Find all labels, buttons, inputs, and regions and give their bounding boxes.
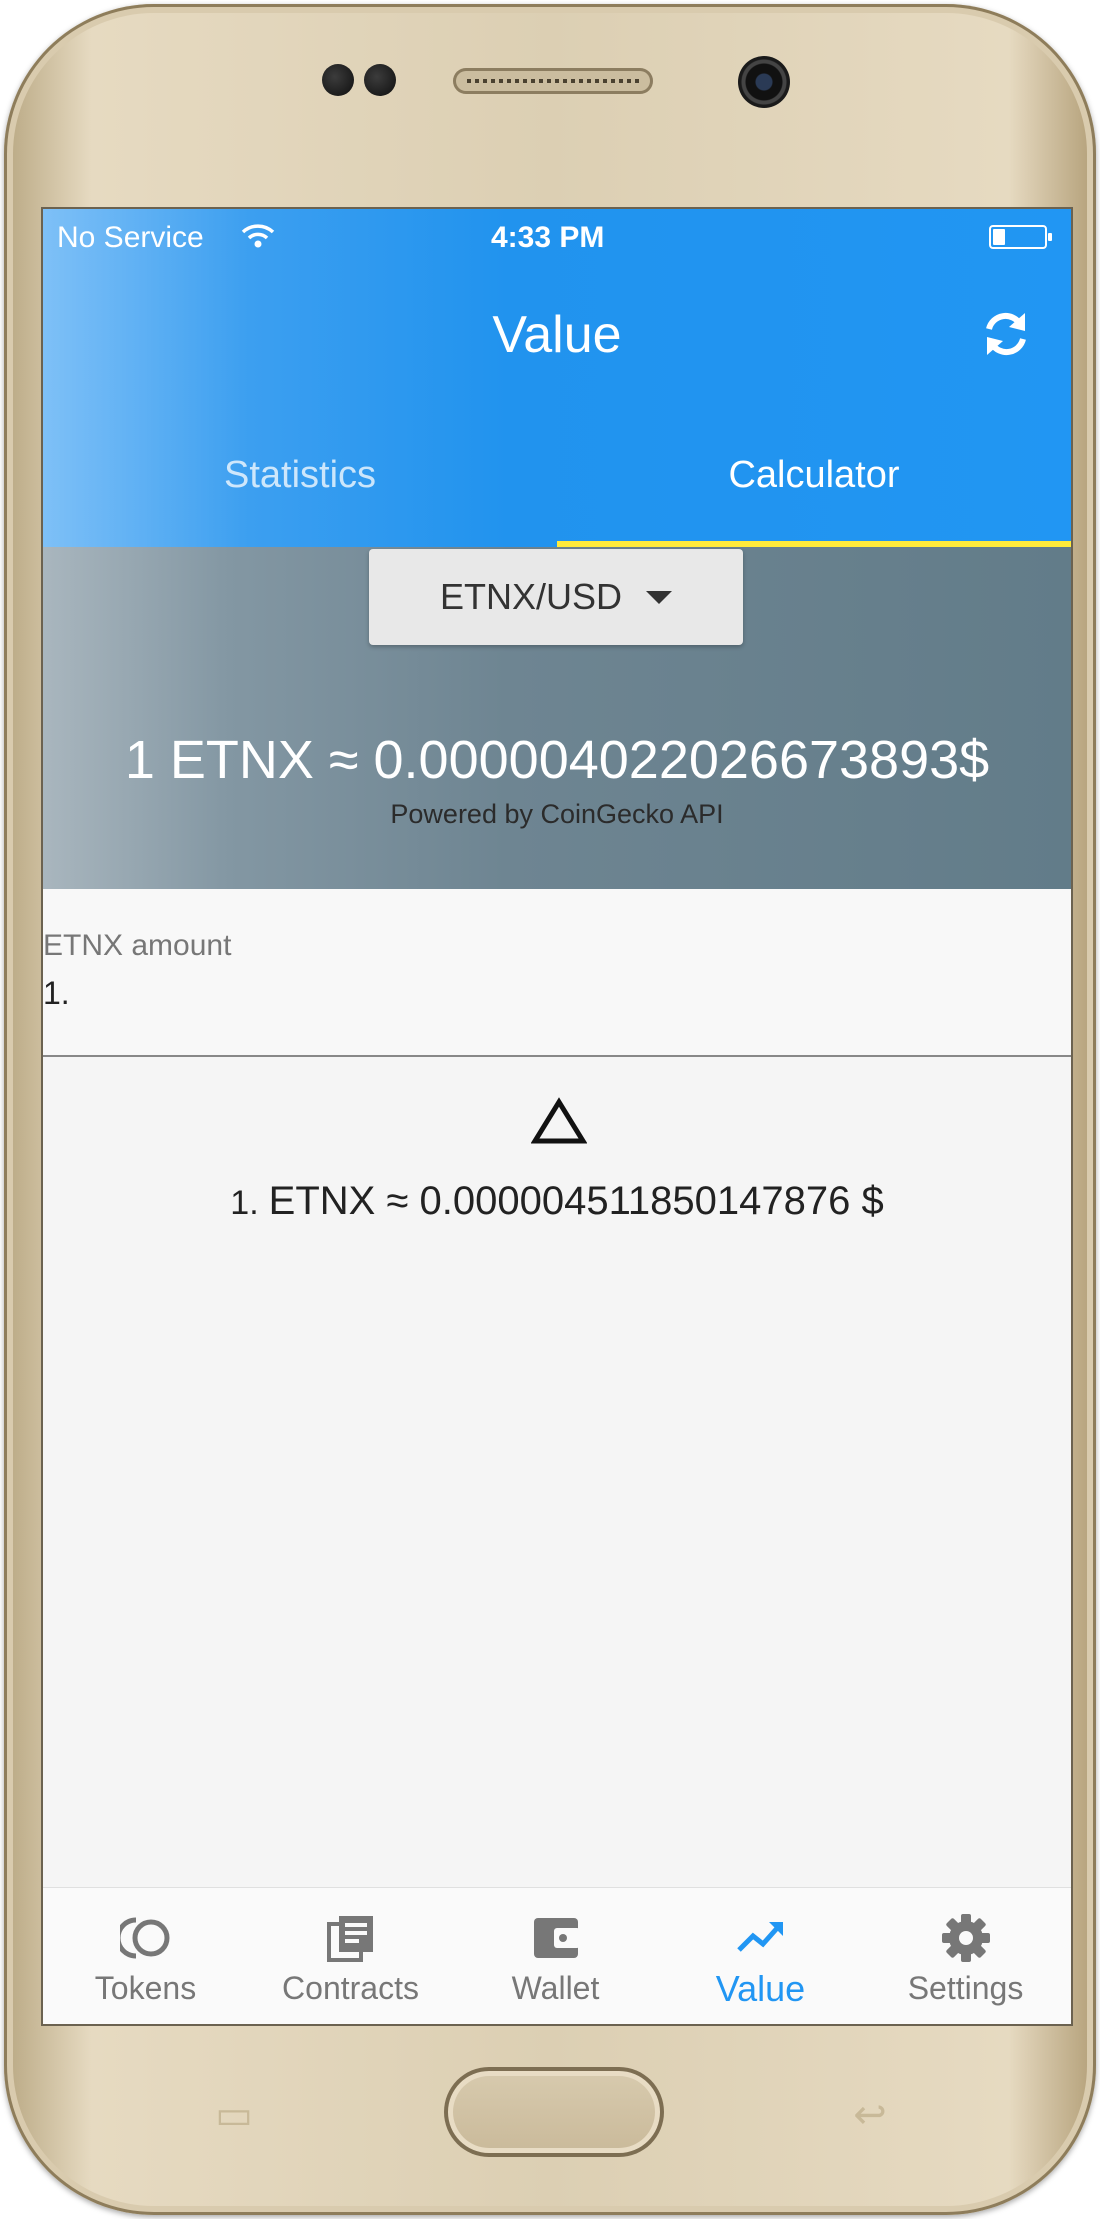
conversion-result: 1. ETNX ≈ 0.000004511850147876 $	[43, 1179, 1071, 1224]
app-header: No Service 4:33 PM Value Statistics Calc…	[43, 209, 1071, 547]
home-button[interactable]	[444, 2067, 664, 2157]
nav-contracts-label: Contracts	[282, 1970, 419, 2006]
caret-down-icon	[646, 590, 673, 604]
pair-dropdown[interactable]: ETNX/USD	[369, 549, 743, 645]
exchange-rate: 1 ETNX ≈ 0.000004022026673893$	[124, 730, 990, 790]
nav-tokens-label: Tokens	[94, 1970, 197, 2006]
nav-tokens[interactable]: Tokens	[43, 1888, 248, 2024]
nav-settings-label: Settings	[907, 1970, 1024, 2006]
nav-wallet-label: Wallet	[511, 1970, 600, 2006]
contracts-icon	[327, 1916, 373, 1962]
page-title: Value	[492, 306, 622, 364]
wallet-icon	[534, 1918, 580, 1958]
wifi-icon	[241, 224, 275, 248]
clock: 4:33 PM	[491, 221, 605, 254]
nav-wallet[interactable]: Wallet	[453, 1888, 658, 2024]
earpiece-speaker	[453, 68, 653, 94]
tab-calculator[interactable]: Calculator	[557, 441, 1071, 509]
front-camera	[738, 56, 790, 108]
back-icon[interactable]: ↩	[840, 2094, 900, 2136]
nav-value[interactable]: Value	[658, 1888, 863, 2024]
result-text: ETNX ≈ 0.000004511850147876 $	[268, 1179, 884, 1223]
carrier-label: No Service	[57, 221, 204, 254]
powered-by-label: Powered by CoinGecko API	[390, 799, 724, 829]
bottom-navigation: Tokens Contracts Wallet Value Settings	[43, 1887, 1071, 2024]
refresh-icon[interactable]	[979, 307, 1033, 361]
sensor-dot	[364, 64, 396, 96]
tokens-icon	[120, 1917, 170, 1959]
phone-frame: ▭ ↩ No Service 4:33 PM Value Statistics …	[4, 4, 1096, 2215]
rate-panel: ETNX/USD 1 ETNX ≈ 0.000004022026673893$ …	[43, 547, 1071, 889]
tab-statistics[interactable]: Statistics	[43, 441, 557, 509]
delta-icon	[531, 1097, 587, 1144]
pair-dropdown-value: ETNX/USD	[439, 576, 623, 617]
nav-value-label: Value	[715, 1968, 806, 2009]
app-screen: No Service 4:33 PM Value Statistics Calc…	[41, 207, 1073, 2026]
recent-apps-icon[interactable]: ▭	[204, 2094, 264, 2136]
gear-icon	[942, 1914, 990, 1962]
battery-icon	[989, 225, 1052, 249]
trending-up-icon	[737, 1922, 783, 1952]
result-amount: 1.	[230, 1184, 259, 1222]
sensor-dot	[322, 64, 354, 96]
nav-settings[interactable]: Settings	[863, 1888, 1068, 2024]
status-bar: No Service 4:33 PM	[43, 209, 1071, 265]
amount-field-value[interactable]: 1.	[43, 975, 70, 1012]
nav-contracts[interactable]: Contracts	[248, 1888, 453, 2024]
amount-field[interactable]: ETNX amount 1.	[43, 889, 1071, 1057]
amount-field-label: ETNX amount	[43, 929, 232, 962]
